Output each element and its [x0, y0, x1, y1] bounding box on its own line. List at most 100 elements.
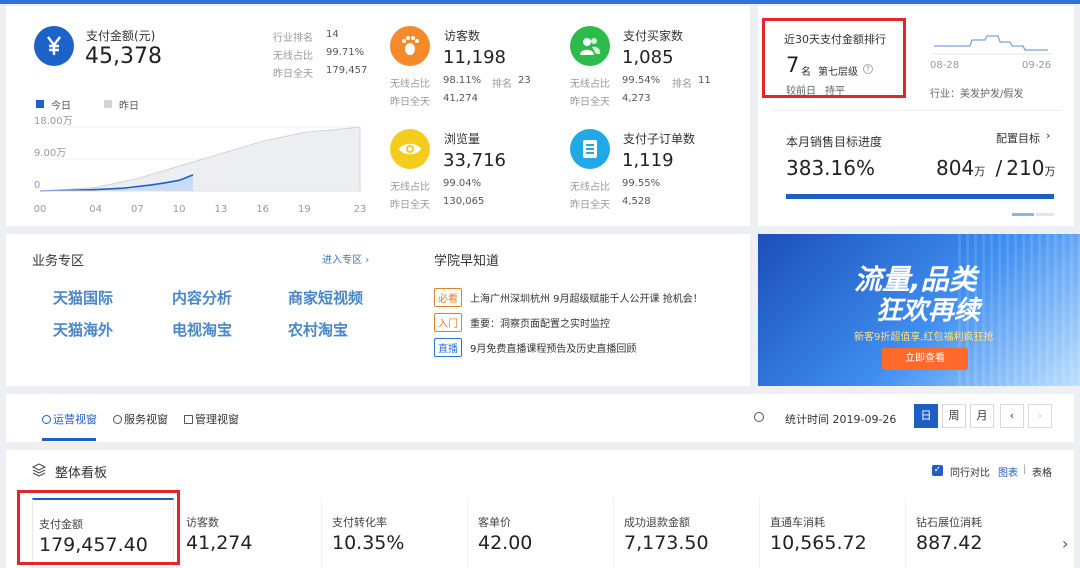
buyers-yesterday-value: 4,273: [622, 93, 651, 104]
ranking-trend-line: [932, 35, 1052, 55]
zone-link-rural-taobao[interactable]: 农村淘宝: [288, 319, 348, 340]
academy-item[interactable]: 上海广州深圳杭州 9月超级赋能千人公开课 抢机会！: [470, 290, 703, 305]
config-target-link[interactable]: 配置目标: [996, 130, 1040, 146]
buyers-value: 1,085: [622, 47, 674, 68]
zone-link-tv-taobao[interactable]: 电视淘宝: [172, 319, 232, 340]
help-icon[interactable]: ?: [863, 64, 873, 74]
sales-actual-unit: 万: [974, 165, 986, 178]
period-week-button[interactable]: 周: [942, 404, 966, 428]
suborders-yesterday-value: 4,528: [622, 196, 651, 207]
view-table-link[interactable]: 表格: [1032, 464, 1052, 479]
visitors-wireless-value: 98.11%: [443, 75, 482, 86]
metric-label: 访客数: [186, 516, 219, 529]
pageviews-yesterday-label: 昨日全天: [390, 200, 430, 211]
buyers-yesterday-label: 昨日全天: [570, 97, 610, 108]
chevron-right-icon[interactable]: ›: [1046, 129, 1050, 142]
top-accent-bar: [0, 0, 1080, 4]
enter-zone-label: 进入专区: [322, 255, 362, 266]
metric-conversion-rate[interactable]: 支付转化率 10.35%: [326, 498, 468, 568]
view-chart-link[interactable]: 图表: [998, 464, 1018, 479]
buyers-rank-label: 排名: [672, 79, 692, 90]
period-month-button[interactable]: 月: [970, 404, 994, 428]
chevron-right-icon[interactable]: ›: [1062, 534, 1068, 553]
carousel-dot[interactable]: [1036, 213, 1054, 216]
industry-rank-label: 行业排名: [273, 33, 313, 44]
visitors-yesterday-label: 昨日全天: [390, 97, 430, 108]
period-day-button[interactable]: 日: [914, 404, 938, 428]
metric-label: 成功退款金额: [624, 516, 690, 529]
zone-link-tmall-overseas[interactable]: 天猫海外: [53, 319, 113, 340]
yen-icon: [34, 26, 74, 66]
sales-target-value: 210: [1006, 156, 1045, 180]
sales-progress-fill: [786, 194, 1054, 199]
tab-service[interactable]: 服务视窗: [113, 411, 168, 427]
visitors-value: 11,198: [443, 47, 506, 68]
tab-management[interactable]: 管理视窗: [184, 411, 239, 427]
sales-progress-track: [786, 194, 1054, 199]
x-tick-label: 23: [354, 204, 367, 215]
ranking-number: 7: [786, 53, 800, 77]
shield-icon: [42, 415, 51, 424]
sales-target-percent: 383.16%: [786, 156, 875, 180]
y-tick-label: 0: [34, 180, 40, 191]
layers-icon: [32, 463, 46, 477]
metric-value: 887.42: [916, 532, 983, 554]
metric-direct-train-spend[interactable]: 直通车消耗 10,565.72: [764, 498, 906, 568]
trend-end-date: 09-26: [1022, 60, 1052, 71]
pageviews-wireless-value: 99.04%: [443, 178, 482, 189]
metric-avg-order-value[interactable]: 客单价 42.00: [472, 498, 614, 568]
carousel-dot-active[interactable]: [1012, 213, 1034, 216]
suborders-wireless-label: 无线占比: [570, 182, 610, 193]
pageviews-label: 浏览量: [444, 132, 481, 146]
legend-today-swatch: [36, 100, 44, 108]
suborders-label: 支付子订单数: [623, 132, 696, 146]
academy-item[interactable]: 重要：洞察页面配置之实时监控: [470, 315, 610, 330]
tab-active-underline: [42, 438, 96, 441]
academy-item[interactable]: 9月免费直播课程预告及历史直播回顾: [470, 340, 636, 355]
suborders-value: 1,119: [622, 150, 674, 171]
tag-live: 直播: [434, 338, 462, 357]
x-tick-label: 13: [215, 204, 228, 215]
suborders-yesterday-label: 昨日全天: [570, 200, 610, 211]
tab-service-label: 服务视窗: [124, 413, 168, 426]
metric-value: 10,565.72: [770, 532, 867, 554]
pageviews-wireless-label: 无线占比: [390, 182, 430, 193]
metric-label: 支付转化率: [332, 516, 387, 529]
promo-banner[interactable]: 流量,品类 狂欢再续 新客9折超值享,红包福利疯狂抢 立即查看: [758, 234, 1080, 386]
tab-operations[interactable]: 运营视窗: [42, 411, 97, 427]
chevron-right-icon: ›: [365, 255, 370, 266]
buyers-wireless-label: 无线占比: [570, 79, 610, 90]
metric-value: 7,173.50: [624, 532, 709, 554]
enter-zone-link[interactable]: 进入专区 ›: [322, 251, 369, 266]
buyers-wireless-value: 99.54%: [622, 75, 661, 86]
tab-management-label: 管理视窗: [195, 413, 239, 426]
metric-visitors[interactable]: 访客数 41,274: [180, 498, 322, 568]
tag-must-read: 必看: [434, 288, 462, 307]
zone-link-short-video[interactable]: 商家短视频: [288, 287, 363, 308]
zone-link-tmall-international[interactable]: 天猫国际: [53, 287, 113, 308]
ranking-tier: 第七层级: [818, 67, 858, 78]
chevron-left-icon[interactable]: ‹: [1000, 404, 1024, 428]
ranking-compare-value: 持平: [825, 86, 845, 97]
briefcase-icon: [184, 415, 193, 424]
pay-amount-value: 45,378: [85, 44, 162, 69]
tab-operations-label: 运营视窗: [53, 413, 97, 426]
metric-refund-amount[interactable]: 成功退款金额 7,173.50: [618, 498, 760, 568]
headset-icon: [113, 415, 122, 424]
y-tick-label: 9.00万: [34, 148, 66, 159]
metric-diamond-booth-spend[interactable]: 钻石展位消耗 887.42: [910, 498, 1052, 568]
chevron-right-icon[interactable]: ›: [1028, 404, 1052, 428]
banner-cta-button[interactable]: 立即查看: [882, 348, 968, 370]
x-tick-label: 07: [131, 204, 144, 215]
peer-compare-checkbox[interactable]: ✓: [932, 465, 943, 476]
yesterday-total-label: 昨日全天: [273, 69, 313, 80]
pageviews-yesterday-value: 130,065: [443, 196, 485, 207]
zone-link-content-analysis[interactable]: 内容分析: [172, 287, 232, 308]
x-tick-label: 00: [34, 204, 47, 215]
eye-icon: [390, 129, 430, 169]
academy-title: 学院早知道: [434, 254, 500, 269]
banner-subheadline: 狂欢再续: [876, 296, 981, 326]
industry-rank-value: 14: [326, 29, 339, 40]
x-tick-label: 16: [256, 204, 269, 215]
sales-target-unit: 万: [1044, 165, 1056, 178]
